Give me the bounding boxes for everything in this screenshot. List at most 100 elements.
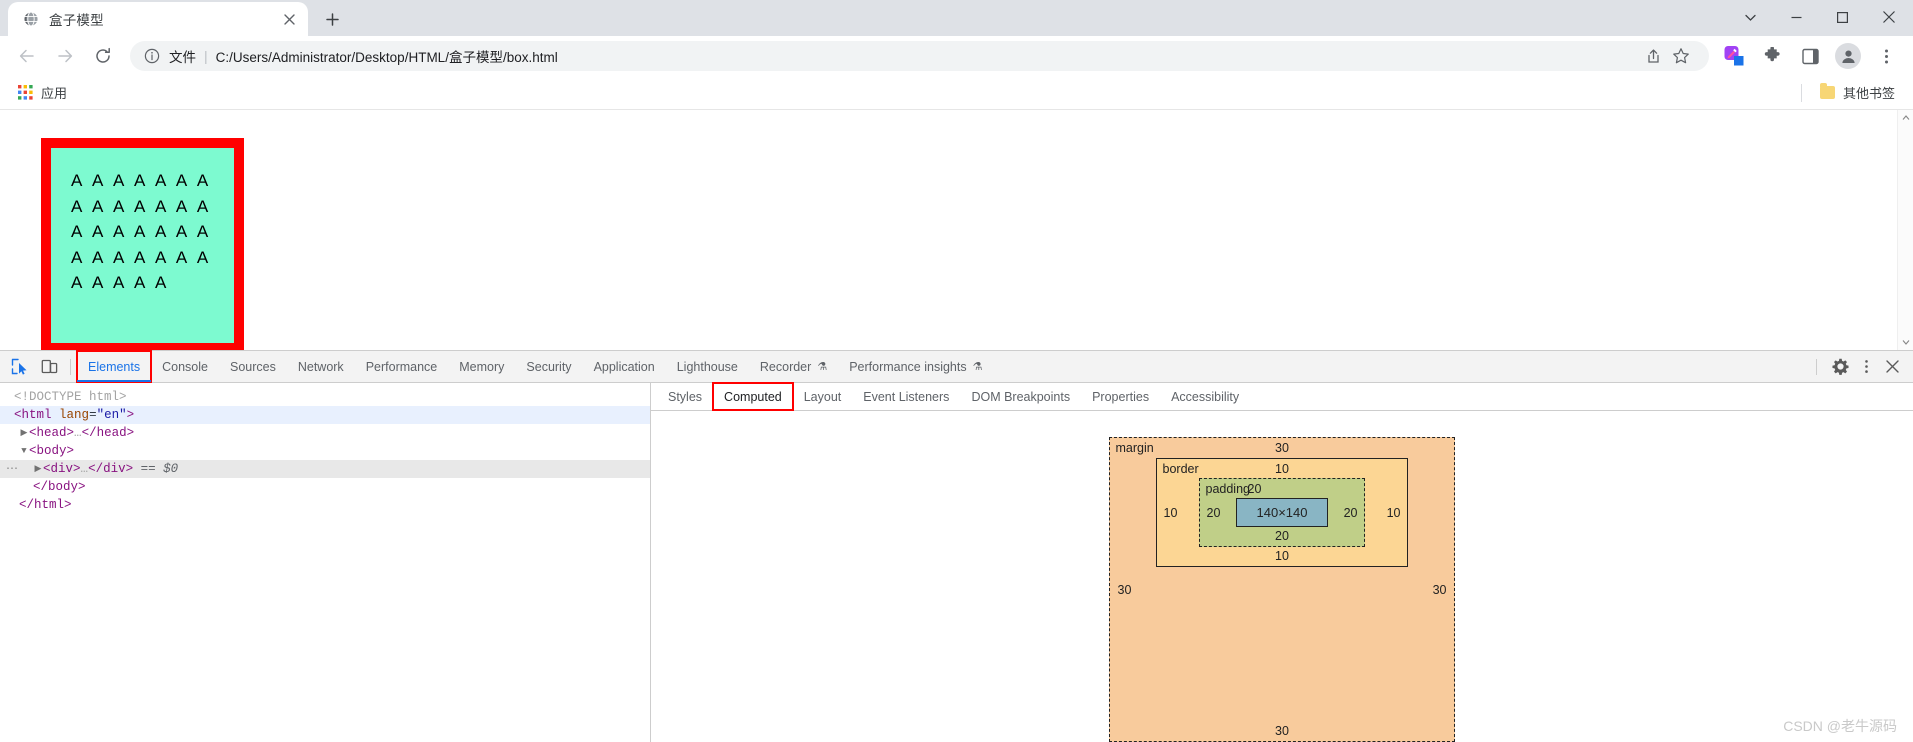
devtools-tab-console[interactable]: Console: [151, 351, 219, 382]
sidebar-tab-computed[interactable]: Computed: [713, 383, 793, 410]
devtools-tab-performance-insights[interactable]: Performance insights ⚗: [838, 351, 993, 382]
dom-line[interactable]: </html>: [0, 496, 650, 514]
sidebar-tab-accessibility[interactable]: Accessibility: [1160, 383, 1250, 410]
sidebar-tab-event-listeners[interactable]: Event Listeners: [852, 383, 960, 410]
devtools-tab-label: Application: [594, 360, 655, 374]
collapse-triangle-icon[interactable]: ▼: [19, 442, 29, 460]
devtools-tab-memory[interactable]: Memory: [448, 351, 515, 382]
chevron-down-icon[interactable]: [1727, 0, 1773, 34]
info-circle-icon[interactable]: [144, 48, 160, 64]
close-icon[interactable]: [1879, 354, 1905, 380]
box-model-padding-bottom[interactable]: 20: [1200, 529, 1365, 543]
close-window-button[interactable]: [1865, 0, 1913, 34]
box-model-padding[interactable]: padding 20 20 20 20 140×140: [1199, 478, 1366, 547]
page-scrollbar[interactable]: [1897, 110, 1913, 350]
devtools-tab-application[interactable]: Application: [583, 351, 666, 382]
devtools-tab-label: Security: [526, 360, 571, 374]
avatar-icon[interactable]: [1832, 40, 1864, 72]
sidebar-tab-label: Event Listeners: [863, 390, 949, 404]
tab-strip: 盒子模型: [0, 0, 1913, 36]
bookmark-apps-label: 应用: [41, 83, 67, 102]
box-model-margin-bottom[interactable]: 30: [1110, 724, 1455, 738]
devtools-tab-security[interactable]: Security: [515, 351, 582, 382]
dom-row-menu-dots[interactable]: ⋯: [6, 460, 19, 478]
devtools-toolbar-divider: [70, 359, 71, 375]
star-icon[interactable]: [1667, 42, 1695, 70]
expand-triangle-icon[interactable]: ▶: [33, 460, 43, 478]
sidebar-tab-properties[interactable]: Properties: [1081, 383, 1160, 410]
devtools-tab-label: Performance: [366, 360, 438, 374]
box-model-margin-top[interactable]: 30: [1110, 441, 1455, 455]
device-toolbar-icon[interactable]: [35, 354, 63, 380]
back-button[interactable]: [10, 39, 44, 73]
other-bookmarks-button[interactable]: 其他书签: [1812, 80, 1903, 105]
box-model-border-bottom[interactable]: 10: [1157, 549, 1408, 563]
dom-line[interactable]: ⋯▶<div>…</div> == $0: [0, 460, 650, 478]
devtools-tab-label: Sources: [230, 360, 276, 374]
close-icon[interactable]: [278, 8, 300, 30]
box-model-border-left[interactable]: 10: [1164, 506, 1178, 520]
sidebar-tab-layout[interactable]: Layout: [793, 383, 853, 410]
devtools-tab-label: Recorder: [760, 360, 811, 374]
address-bar[interactable]: 文件 | C:/Users/Administrator/Desktop/HTML…: [130, 41, 1709, 71]
box-model-padding-left[interactable]: 20: [1207, 506, 1221, 520]
dom-line[interactable]: <!DOCTYPE html>: [0, 388, 650, 406]
three-dots-vertical-icon[interactable]: [1870, 40, 1902, 72]
minimize-window-button[interactable]: [1773, 0, 1819, 34]
color-picker-extension-icon[interactable]: [1718, 40, 1750, 72]
box-model-padding-label: padding: [1206, 482, 1251, 496]
browser-toolbar: 文件 | C:/Users/Administrator/Desktop/HTML…: [0, 36, 1913, 76]
devtools-tab-network[interactable]: Network: [287, 351, 355, 382]
omnibox-actions: [1639, 42, 1695, 70]
bookmarks-bar: 应用 其他书签: [0, 76, 1913, 110]
dom-tree-panel[interactable]: <!DOCTYPE html> <html lang="en"> ▶<head>…: [0, 383, 651, 742]
watermark: CSDN @老牛源码: [1783, 716, 1897, 736]
box-model-border-top[interactable]: 10: [1157, 462, 1408, 476]
dom-line[interactable]: </body>: [0, 478, 650, 496]
inspect-element-icon[interactable]: [5, 354, 33, 380]
box-model-margin[interactable]: margin 30 30 30 30 border 10 10 10 10: [1109, 437, 1456, 742]
dom-line[interactable]: ▼<body>: [0, 442, 650, 460]
maximize-window-button[interactable]: [1819, 0, 1865, 34]
devtools-tab-recorder[interactable]: Recorder ⚗: [749, 351, 838, 382]
box-demo-text: A A A A A A A A A A A A A A A A A A A A …: [71, 168, 229, 296]
scroll-down-arrow-icon[interactable]: [1898, 334, 1913, 350]
devtools-tab-elements[interactable]: Elements: [77, 351, 151, 382]
sidebar-tab-styles[interactable]: Styles: [657, 383, 713, 410]
expand-triangle-icon[interactable]: ▶: [19, 424, 29, 442]
box-model-padding-top[interactable]: 20: [1248, 482, 1262, 496]
three-dots-vertical-icon[interactable]: [1853, 354, 1879, 380]
box-model-padding-right[interactable]: 20: [1344, 506, 1358, 520]
sidebar-tab-label: Layout: [804, 390, 842, 404]
forward-button[interactable]: [48, 39, 82, 73]
puzzle-extensions-icon[interactable]: [1756, 40, 1788, 72]
dom-line[interactable]: ▶<head>…</head>: [0, 424, 650, 442]
tab-title: 盒子模型: [49, 9, 278, 29]
box-model-border-right[interactable]: 10: [1387, 506, 1401, 520]
box-model-margin-left[interactable]: 30: [1118, 583, 1132, 597]
devtools-sidebar: Styles Computed Layout Event Listeners D…: [651, 383, 1913, 742]
side-panel-icon[interactable]: [1794, 40, 1826, 72]
gear-icon[interactable]: [1827, 354, 1853, 380]
box-model-diagram: margin 30 30 30 30 border 10 10 10 10: [651, 411, 1913, 742]
dom-line[interactable]: <html lang="en">: [0, 406, 650, 424]
sidebar-tab-dom-breakpoints[interactable]: DOM Breakpoints: [960, 383, 1081, 410]
sidebar-tab-bar: Styles Computed Layout Event Listeners D…: [651, 383, 1913, 411]
box-model-margin-right[interactable]: 30: [1433, 583, 1447, 597]
share-icon[interactable]: [1639, 42, 1667, 70]
devtools-tab-performance[interactable]: Performance: [355, 351, 449, 382]
devtools-tab-lighthouse[interactable]: Lighthouse: [666, 351, 749, 382]
box-model-content[interactable]: 140×140: [1236, 498, 1329, 527]
scroll-up-arrow-icon[interactable]: [1898, 110, 1913, 126]
box-model-border[interactable]: border 10 10 10 10 padding 20 20 20 20: [1156, 458, 1409, 567]
browser-tab[interactable]: 盒子模型: [8, 2, 308, 36]
reload-button[interactable]: [86, 39, 120, 73]
new-tab-button[interactable]: [316, 3, 348, 35]
url-text[interactable]: C:/Users/Administrator/Desktop/HTML/盒子模型…: [216, 46, 1639, 66]
devtools-tab-bar: Elements Console Sources Network Perform…: [0, 351, 1913, 383]
devtools-tab-sources[interactable]: Sources: [219, 351, 287, 382]
box-model-demo-div: A A A A A A A A A A A A A A A A A A A A …: [41, 138, 244, 350]
bookmark-apps[interactable]: 应用: [10, 80, 75, 105]
page-viewport: A A A A A A A A A A A A A A A A A A A A …: [0, 110, 1897, 350]
devtools-tab-label: Console: [162, 360, 208, 374]
